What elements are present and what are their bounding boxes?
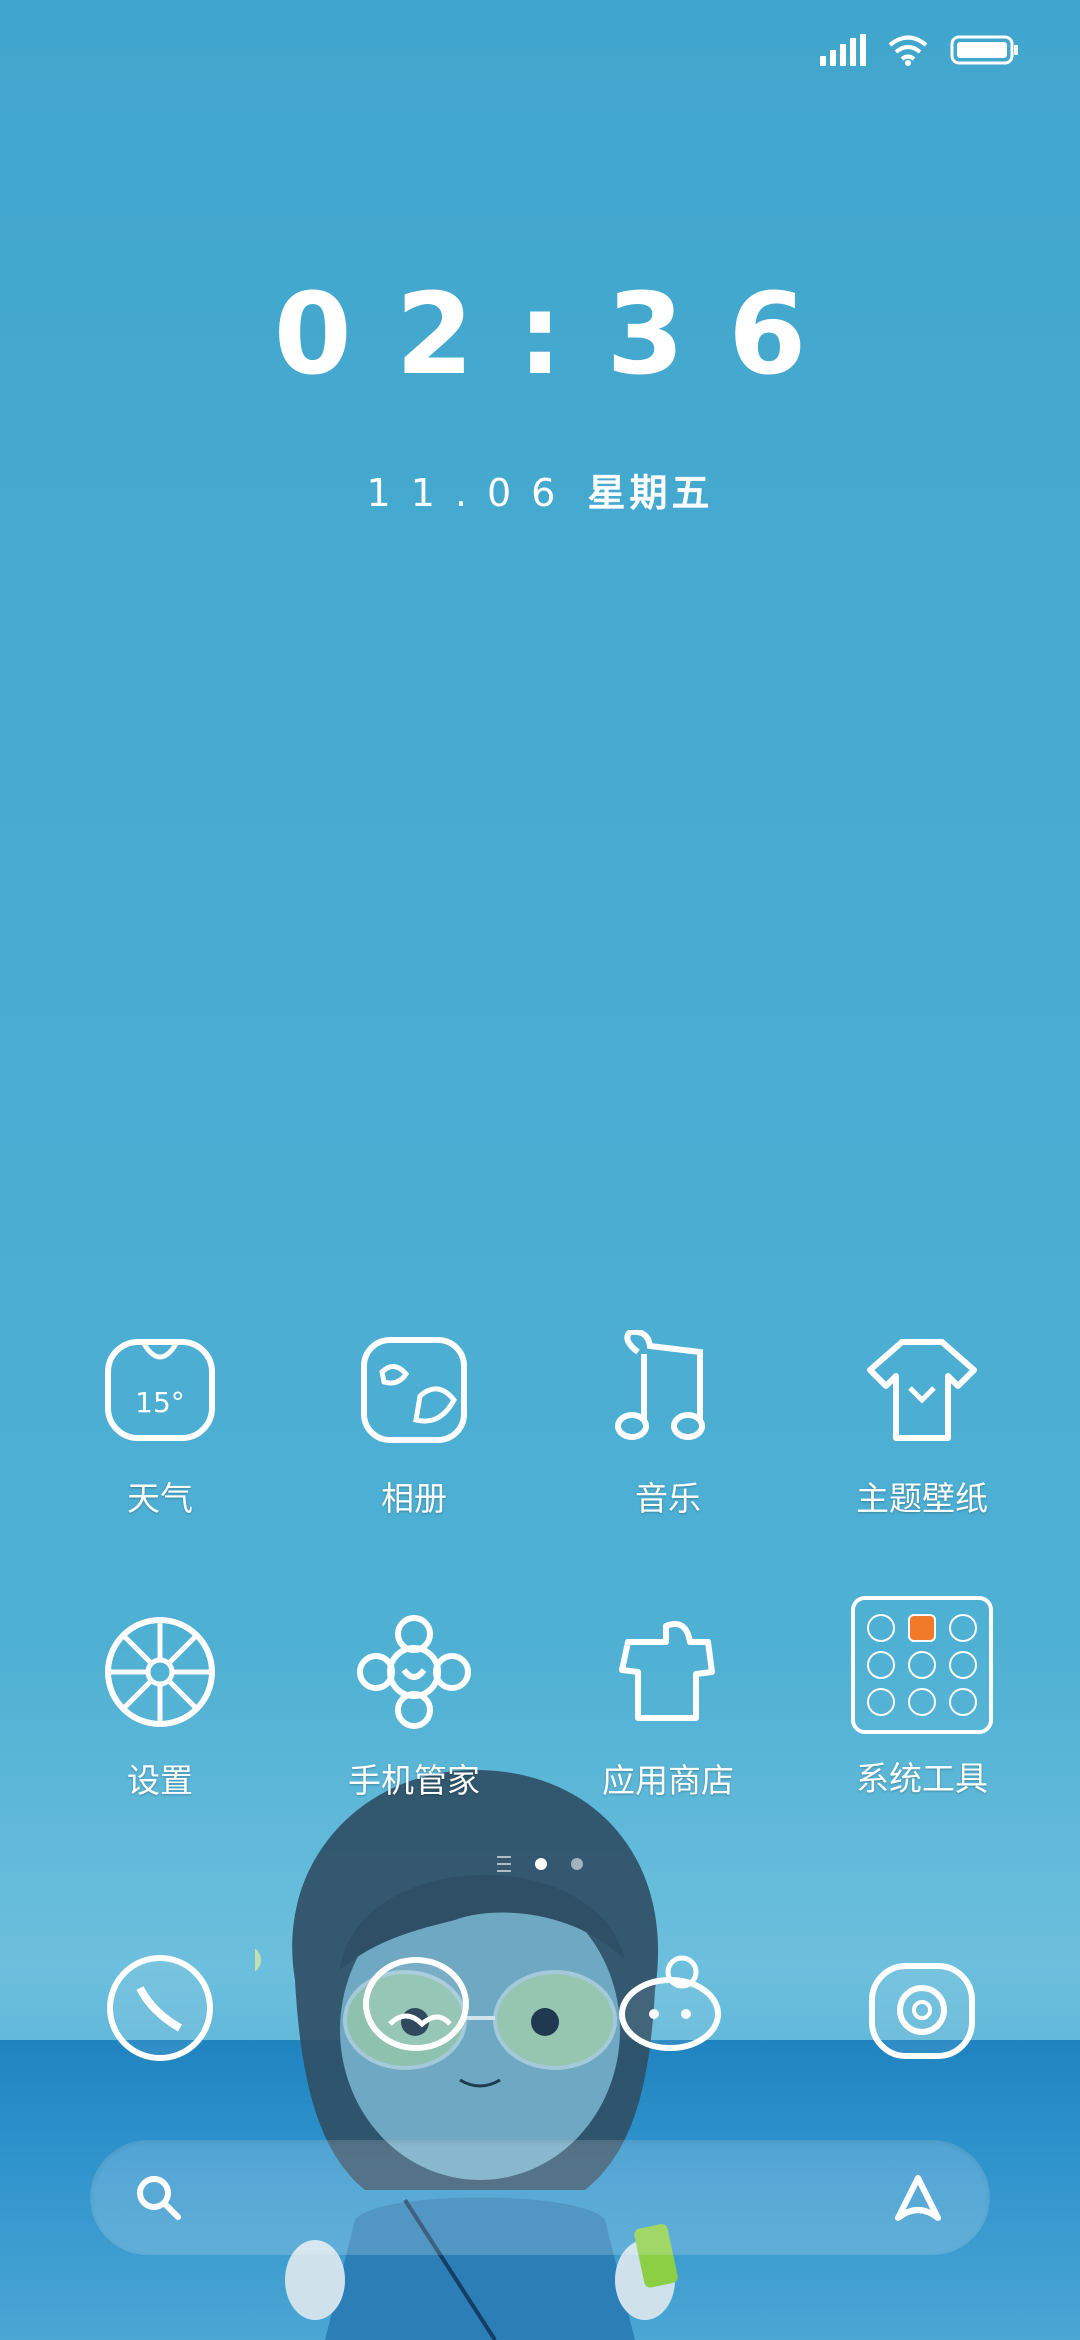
app-security[interactable]: 手机管家 bbox=[314, 1612, 514, 1802]
status-bar bbox=[820, 30, 1020, 70]
dock-camera[interactable] bbox=[862, 1948, 982, 2068]
app-settings[interactable]: 设置 bbox=[60, 1612, 260, 1802]
folder-system-tools[interactable]: 系统工具 bbox=[822, 1596, 1022, 1800]
app-label: 天气 bbox=[127, 1479, 193, 1518]
app-label: 系统工具 bbox=[856, 1759, 988, 1798]
dock-phone[interactable] bbox=[100, 1948, 220, 2068]
music-icon bbox=[615, 1330, 705, 1440]
chat-icon bbox=[619, 1955, 721, 2051]
app-label: 手机管家 bbox=[348, 1761, 480, 1800]
battery-icon bbox=[950, 35, 1018, 65]
app-label: 设置 bbox=[127, 1761, 193, 1800]
page-dot-active bbox=[535, 1858, 547, 1870]
app-themes[interactable]: 主题壁纸 bbox=[822, 1330, 1022, 1520]
dock-chat[interactable] bbox=[610, 1948, 730, 2068]
dock-messages[interactable] bbox=[356, 1948, 476, 2068]
wifi-icon bbox=[888, 35, 928, 66]
lockscreen-date: 11.06 星期五 bbox=[0, 462, 1080, 517]
app-label: 相册 bbox=[381, 1479, 447, 1518]
phone-icon bbox=[107, 1955, 213, 2061]
folder-icon bbox=[851, 1596, 993, 1734]
app-music[interactable]: 音乐 bbox=[568, 1330, 768, 1520]
page-indicator[interactable] bbox=[0, 1856, 1080, 1872]
page-dot bbox=[571, 1858, 583, 1870]
date-text: 11.06 bbox=[366, 471, 576, 515]
search-icon[interactable] bbox=[134, 2173, 184, 2223]
weather-icon: 15° bbox=[105, 1339, 215, 1441]
app-label: 主题壁纸 bbox=[856, 1479, 988, 1518]
messages-icon bbox=[363, 1957, 469, 2051]
app-weather[interactable]: 15° 天气 bbox=[60, 1330, 260, 1520]
search-bar[interactable] bbox=[90, 2140, 990, 2255]
assistant-icon[interactable] bbox=[890, 2170, 946, 2226]
signal-icon bbox=[820, 34, 866, 66]
page-list-icon bbox=[497, 1856, 511, 1872]
app-store[interactable]: 应用商店 bbox=[568, 1612, 768, 1802]
lockscreen-clock: 02:36 bbox=[273, 270, 851, 400]
weekday-text: 星期五 bbox=[587, 471, 714, 515]
theme-shirt-icon bbox=[867, 1339, 977, 1441]
settings-icon bbox=[105, 1617, 215, 1727]
app-store-icon bbox=[619, 1621, 715, 1721]
app-label: 应用商店 bbox=[602, 1761, 734, 1800]
app-label: 音乐 bbox=[635, 1479, 701, 1518]
security-icon bbox=[357, 1615, 471, 1729]
app-gallery[interactable]: 相册 bbox=[314, 1330, 514, 1520]
gallery-icon bbox=[361, 1337, 467, 1443]
weather-temp: 15° bbox=[135, 1386, 185, 1419]
camera-icon bbox=[869, 1963, 975, 2059]
